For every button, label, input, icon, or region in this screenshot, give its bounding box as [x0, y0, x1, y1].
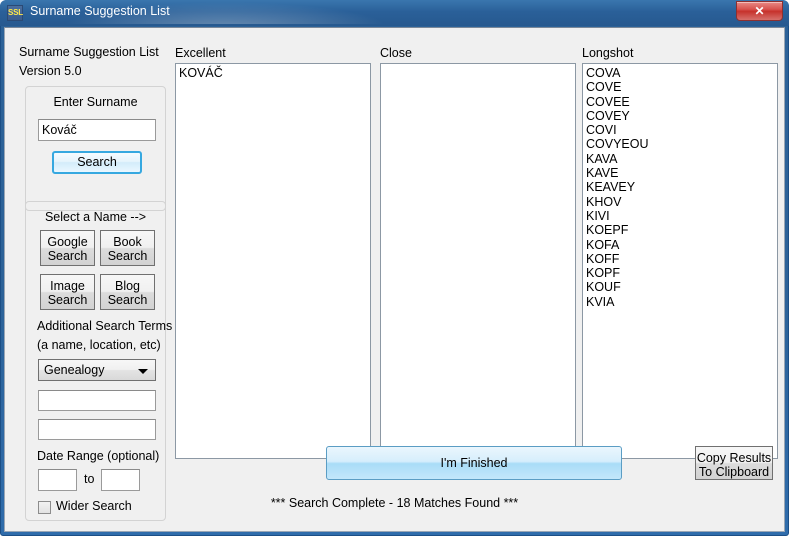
category-dropdown-value: Genealogy [44, 363, 105, 377]
list-item[interactable]: KAVA [586, 152, 777, 166]
list-item[interactable]: KOEPF [586, 223, 777, 237]
list-item[interactable]: COVA [586, 66, 777, 80]
list-item[interactable]: COVEY [586, 109, 777, 123]
status-message: *** Search Complete - 18 Matches Found *… [270, 496, 519, 510]
list-item[interactable]: KOFA [586, 238, 777, 252]
copy-results-label-line2: To Clipboard [698, 465, 770, 479]
copy-results-label-line1: Copy Results [696, 451, 772, 465]
application-window: SSL Surname Suggestion List ✕ Surname Su… [0, 0, 789, 536]
additional-terms-label-line1: Additional Search Terms [37, 319, 173, 333]
list-item[interactable]: KIVI [586, 209, 777, 223]
list-item[interactable]: COVI [586, 123, 777, 137]
date-range-label: Date Range (optional) [37, 449, 160, 463]
image-search-label-line1: Image [50, 279, 85, 293]
app-name-label: Surname Suggestion List [19, 45, 159, 59]
ssl-app-icon: SSL [7, 5, 23, 21]
window-title: Surname Suggestion List [30, 4, 170, 18]
app-version-label: Version 5.0 [19, 64, 82, 78]
surname-input[interactable] [38, 119, 156, 141]
list-item[interactable]: KOUF [586, 280, 777, 294]
list-item[interactable]: KOFF [586, 252, 777, 266]
book-search-label-line1: Book [113, 235, 142, 249]
blog-search-label-line1: Blog [114, 279, 141, 293]
enter-surname-title: Enter Surname [53, 95, 138, 109]
date-from-input[interactable] [38, 469, 77, 491]
google-search-label-line1: Google [47, 235, 88, 249]
list-item[interactable]: COVEE [586, 95, 777, 109]
list-item[interactable]: KOPF [586, 266, 777, 280]
im-finished-button[interactable]: I'm Finished [326, 446, 622, 480]
column-label-longshot: Longshot [582, 46, 634, 60]
date-to-input[interactable] [101, 469, 140, 491]
google-search-label-line2: Search [47, 249, 88, 263]
date-to-label: to [84, 472, 95, 486]
book-search-button[interactable]: Book Search [100, 230, 155, 266]
title-bar[interactable]: SSL Surname Suggestion List ✕ [0, 0, 789, 26]
google-search-button[interactable]: Google Search [40, 230, 95, 266]
additional-term-field-1[interactable] [38, 390, 156, 411]
enter-surname-group: Enter Surname Search [25, 86, 166, 211]
close-icon[interactable]: ✕ [736, 1, 783, 21]
blog-search-label-line2: Search [107, 293, 148, 307]
listbox-close[interactable] [380, 63, 576, 459]
column-label-close: Close [380, 46, 412, 60]
listbox-longshot[interactable]: COVA COVE COVEE COVEY COVI COVYEOU KAVA KAVE KEA… [582, 63, 778, 459]
list-item[interactable]: KEAVEY [586, 180, 777, 194]
list-item[interactable]: KAVE [586, 166, 777, 180]
list-item[interactable]: KOVÁČ [179, 66, 370, 80]
list-item[interactable]: KHOV [586, 195, 777, 209]
blog-search-button[interactable]: Blog Search [100, 274, 155, 310]
category-dropdown[interactable]: Genealogy [38, 359, 156, 381]
list-item[interactable]: COVYEOU [586, 137, 777, 151]
select-a-name-title: Select a Name --> [44, 210, 147, 224]
chevron-down-icon [138, 369, 148, 374]
additional-term-field-2[interactable] [38, 419, 156, 440]
select-a-name-group: Select a Name --> Google Search Book Sea… [25, 201, 172, 521]
image-search-label-line2: Search [47, 293, 88, 307]
client-area: Surname Suggestion List Version 5.0 Ente… [4, 27, 785, 532]
list-item[interactable]: KVIA [586, 295, 777, 309]
additional-terms-label-line2: (a name, location, etc) [37, 338, 161, 352]
image-search-button[interactable]: Image Search [40, 274, 95, 310]
book-search-label-line2: Search [107, 249, 148, 263]
copy-results-button[interactable]: Copy Results To Clipboard [695, 446, 773, 480]
listbox-excellent[interactable]: KOVÁČ [175, 63, 371, 459]
column-label-excellent: Excellent [175, 46, 226, 60]
search-button[interactable]: Search [52, 151, 142, 174]
list-item[interactable]: COVE [586, 80, 777, 94]
